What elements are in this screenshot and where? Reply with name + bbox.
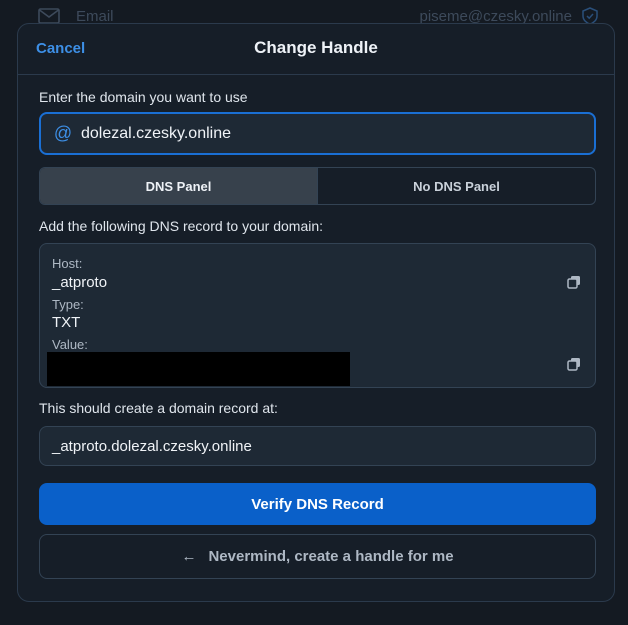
value-label: Value:: [52, 337, 88, 352]
arrow-left-icon: ←: [181, 548, 197, 565]
domain-input[interactable]: @ dolezal.czesky.online: [39, 112, 596, 155]
dialog-header: Cancel Change Handle: [18, 24, 614, 75]
domain-prompt: Enter the domain you want to use: [39, 89, 248, 105]
type-value: TXT: [52, 314, 81, 331]
copy-host-icon[interactable]: [567, 275, 581, 289]
mail-icon: [38, 8, 60, 24]
change-handle-dialog: Cancel Change Handle Enter the domain yo…: [17, 23, 615, 602]
verify-dns-record-button[interactable]: Verify DNS Record: [39, 483, 596, 525]
domain-record-field: _atproto.dolezal.czesky.online: [39, 426, 596, 466]
dns-mode-tabs: DNS Panel No DNS Panel: [39, 167, 596, 205]
tab-no-dns-panel[interactable]: No DNS Panel: [318, 168, 595, 204]
email-value: piseme@czesky.online: [419, 7, 572, 25]
host-label: Host:: [52, 256, 83, 271]
record-prompt: This should create a domain record at:: [39, 400, 278, 416]
dns-instruction: Add the following DNS record to your dom…: [39, 218, 324, 234]
domain-input-value[interactable]: dolezal.czesky.online: [81, 125, 231, 143]
email-label: Email: [76, 7, 114, 25]
dialog-title: Change Handle: [254, 38, 378, 57]
host-value: _atproto: [52, 274, 108, 291]
at-icon: @: [53, 123, 73, 143]
tab-dns-panel[interactable]: DNS Panel: [40, 168, 318, 204]
nevermind-button[interactable]: ← Nevermind, create a handle for me: [39, 534, 596, 579]
redacted-value: [47, 352, 350, 386]
copy-value-icon[interactable]: [567, 357, 581, 371]
nevermind-label: Nevermind, create a handle for me: [208, 548, 454, 565]
type-label: Type:: [52, 297, 84, 312]
dns-record-box: Host: _atproto Type: TXT Value:: [39, 243, 596, 388]
